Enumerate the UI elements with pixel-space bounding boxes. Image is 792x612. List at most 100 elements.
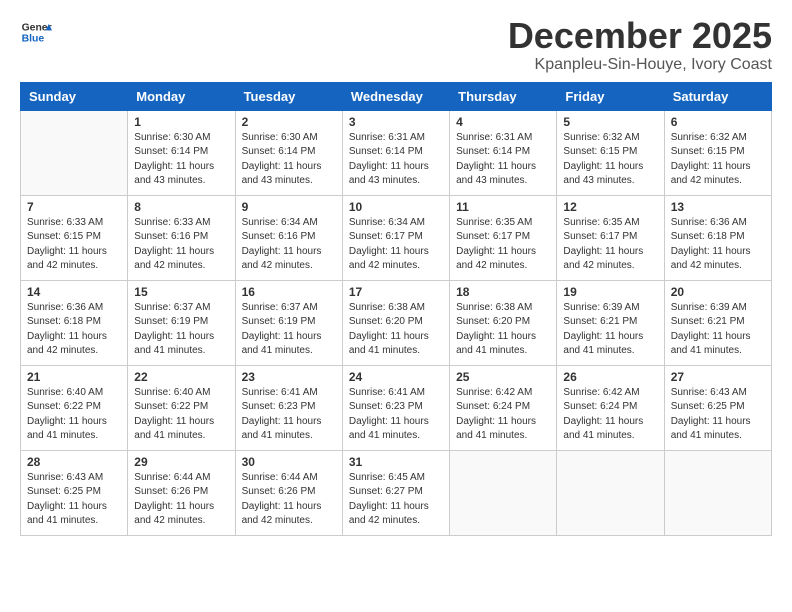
day-number: 2: [242, 115, 336, 129]
calendar-header-row: SundayMondayTuesdayWednesdayThursdayFrid…: [21, 82, 772, 110]
day-number: 6: [671, 115, 765, 129]
calendar-cell: 27Sunrise: 6:43 AM Sunset: 6:25 PM Dayli…: [664, 365, 771, 450]
day-info: Sunrise: 6:37 AM Sunset: 6:19 PM Dayligh…: [134, 301, 228, 359]
day-info: Sunrise: 6:45 AM Sunset: 6:27 PM Dayligh…: [349, 471, 443, 529]
day-info: Sunrise: 6:36 AM Sunset: 6:18 PM Dayligh…: [27, 301, 121, 359]
day-number: 5: [563, 115, 657, 129]
day-info: Sunrise: 6:30 AM Sunset: 6:14 PM Dayligh…: [242, 131, 336, 189]
calendar-subtitle: Kpanpleu-Sin-Houye, Ivory Coast: [508, 56, 772, 74]
day-number: 1: [134, 115, 228, 129]
day-info: Sunrise: 6:41 AM Sunset: 6:23 PM Dayligh…: [349, 386, 443, 444]
day-info: Sunrise: 6:34 AM Sunset: 6:17 PM Dayligh…: [349, 216, 443, 274]
day-info: Sunrise: 6:40 AM Sunset: 6:22 PM Dayligh…: [134, 386, 228, 444]
calendar-cell: 3 Sunrise: 6:31 AM Sunset: 6:14 PM Daylig…: [342, 110, 449, 195]
day-info: Sunrise: 6:44 AM Sunset: 6:26 PM Dayligh…: [134, 471, 228, 529]
calendar-cell: 17 Sunrise: 6:38 AM Sunset: 6:20 PM Dayli…: [342, 280, 449, 365]
calendar-cell: 5 Sunrise: 6:32 AM Sunset: 6:15 PM Daylig…: [557, 110, 664, 195]
calendar-cell: 29 Sunrise: 6:44 AM Sunset: 6:26 PM Dayli…: [128, 450, 235, 535]
title-area: December 2025 Kpanpleu-Sin-Houye, Ivory …: [508, 16, 772, 74]
calendar-cell: [21, 110, 128, 195]
day-info: Sunrise: 6:39 AM Sunset: 6:21 PM Dayligh…: [671, 301, 765, 359]
day-info: Sunrise: 6:38 AM Sunset: 6:20 PM Dayligh…: [456, 301, 550, 359]
calendar-cell: 16 Sunrise: 6:37 AM Sunset: 6:19 PM Dayli…: [235, 280, 342, 365]
day-number: 14: [27, 285, 121, 299]
calendar-day-header: Thursday: [450, 82, 557, 110]
calendar-cell: 4Sunrise: 6:31 AM Sunset: 6:14 PM Daylig…: [450, 110, 557, 195]
day-info: Sunrise: 6:41 AM Sunset: 6:23 PM Dayligh…: [242, 386, 336, 444]
calendar-cell: 13 Sunrise: 6:36 AM Sunset: 6:18 PM Dayli…: [664, 195, 771, 280]
day-info: Sunrise: 6:42 AM Sunset: 6:24 PM Dayligh…: [456, 386, 550, 444]
calendar-cell: 19Sunrise: 6:39 AM Sunset: 6:21 PM Dayli…: [557, 280, 664, 365]
day-number: 30: [242, 455, 336, 469]
day-number: 25: [456, 370, 550, 384]
day-info: Sunrise: 6:33 AM Sunset: 6:16 PM Dayligh…: [134, 216, 228, 274]
day-number: 19: [563, 285, 657, 299]
calendar-day-header: Sunday: [21, 82, 128, 110]
day-info: Sunrise: 6:43 AM Sunset: 6:25 PM Dayligh…: [27, 471, 121, 529]
day-number: 3: [349, 115, 443, 129]
day-number: 16: [242, 285, 336, 299]
day-number: 18: [456, 285, 550, 299]
calendar-cell: 6Sunrise: 6:32 AM Sunset: 6:15 PM Daylig…: [664, 110, 771, 195]
day-number: 27: [671, 370, 765, 384]
day-number: 29: [134, 455, 228, 469]
day-number: 7: [27, 200, 121, 214]
day-number: 24: [349, 370, 443, 384]
day-info: Sunrise: 6:30 AM Sunset: 6:14 PM Dayligh…: [134, 131, 228, 189]
day-info: Sunrise: 6:31 AM Sunset: 6:14 PM Dayligh…: [349, 131, 443, 189]
calendar-cell: 28 Sunrise: 6:43 AM Sunset: 6:25 PM Dayli…: [21, 450, 128, 535]
calendar-cell: 12Sunrise: 6:35 AM Sunset: 6:17 PM Dayli…: [557, 195, 664, 280]
calendar-cell: 20 Sunrise: 6:39 AM Sunset: 6:21 PM Dayli…: [664, 280, 771, 365]
calendar-cell: 7 Sunrise: 6:33 AM Sunset: 6:15 PM Daylig…: [21, 195, 128, 280]
calendar-cell: 2 Sunrise: 6:30 AM Sunset: 6:14 PM Daylig…: [235, 110, 342, 195]
calendar-cell: [664, 450, 771, 535]
calendar-week-row: 7 Sunrise: 6:33 AM Sunset: 6:15 PM Daylig…: [21, 195, 772, 280]
calendar-cell: 25 Sunrise: 6:42 AM Sunset: 6:24 PM Dayli…: [450, 365, 557, 450]
calendar-week-row: 28 Sunrise: 6:43 AM Sunset: 6:25 PM Dayli…: [21, 450, 772, 535]
svg-text:Blue: Blue: [22, 34, 45, 45]
calendar-table: SundayMondayTuesdayWednesdayThursdayFrid…: [20, 82, 772, 536]
day-number: 4: [456, 115, 550, 129]
calendar-day-header: Saturday: [664, 82, 771, 110]
calendar-day-header: Friday: [557, 82, 664, 110]
day-number: 28: [27, 455, 121, 469]
day-number: 21: [27, 370, 121, 384]
calendar-cell: 30 Sunrise: 6:44 AM Sunset: 6:26 PM Dayli…: [235, 450, 342, 535]
calendar-week-row: 14 Sunrise: 6:36 AM Sunset: 6:18 PM Dayli…: [21, 280, 772, 365]
calendar-cell: 15 Sunrise: 6:37 AM Sunset: 6:19 PM Dayli…: [128, 280, 235, 365]
day-number: 15: [134, 285, 228, 299]
calendar-week-row: 1 Sunrise: 6:30 AM Sunset: 6:14 PM Daylig…: [21, 110, 772, 195]
calendar-day-header: Tuesday: [235, 82, 342, 110]
day-info: Sunrise: 6:34 AM Sunset: 6:16 PM Dayligh…: [242, 216, 336, 274]
day-info: Sunrise: 6:38 AM Sunset: 6:20 PM Dayligh…: [349, 301, 443, 359]
day-number: 12: [563, 200, 657, 214]
day-number: 31: [349, 455, 443, 469]
day-number: 10: [349, 200, 443, 214]
calendar-cell: 23 Sunrise: 6:41 AM Sunset: 6:23 PM Dayli…: [235, 365, 342, 450]
day-info: Sunrise: 6:32 AM Sunset: 6:15 PM Dayligh…: [563, 131, 657, 189]
day-info: Sunrise: 6:37 AM Sunset: 6:19 PM Dayligh…: [242, 301, 336, 359]
calendar-cell: 31 Sunrise: 6:45 AM Sunset: 6:27 PM Dayli…: [342, 450, 449, 535]
calendar-cell: 1 Sunrise: 6:30 AM Sunset: 6:14 PM Daylig…: [128, 110, 235, 195]
calendar-cell: 9Sunrise: 6:34 AM Sunset: 6:16 PM Daylig…: [235, 195, 342, 280]
calendar-cell: 18 Sunrise: 6:38 AM Sunset: 6:20 PM Dayli…: [450, 280, 557, 365]
day-number: 23: [242, 370, 336, 384]
calendar-cell: 8 Sunrise: 6:33 AM Sunset: 6:16 PM Daylig…: [128, 195, 235, 280]
calendar-cell: [557, 450, 664, 535]
day-number: 20: [671, 285, 765, 299]
day-number: 11: [456, 200, 550, 214]
logo: General Blue: [20, 16, 52, 48]
day-number: 22: [134, 370, 228, 384]
day-info: Sunrise: 6:36 AM Sunset: 6:18 PM Dayligh…: [671, 216, 765, 274]
day-info: Sunrise: 6:44 AM Sunset: 6:26 PM Dayligh…: [242, 471, 336, 529]
day-number: 17: [349, 285, 443, 299]
day-number: 8: [134, 200, 228, 214]
day-number: 13: [671, 200, 765, 214]
calendar-cell: 10 Sunrise: 6:34 AM Sunset: 6:17 PM Dayli…: [342, 195, 449, 280]
calendar-cell: 26Sunrise: 6:42 AM Sunset: 6:24 PM Dayli…: [557, 365, 664, 450]
calendar-cell: [450, 450, 557, 535]
calendar-cell: 11Sunrise: 6:35 AM Sunset: 6:17 PM Dayli…: [450, 195, 557, 280]
day-info: Sunrise: 6:33 AM Sunset: 6:15 PM Dayligh…: [27, 216, 121, 274]
page-header: General Blue December 2025 Kpanpleu-Sin-…: [20, 16, 772, 74]
day-info: Sunrise: 6:42 AM Sunset: 6:24 PM Dayligh…: [563, 386, 657, 444]
